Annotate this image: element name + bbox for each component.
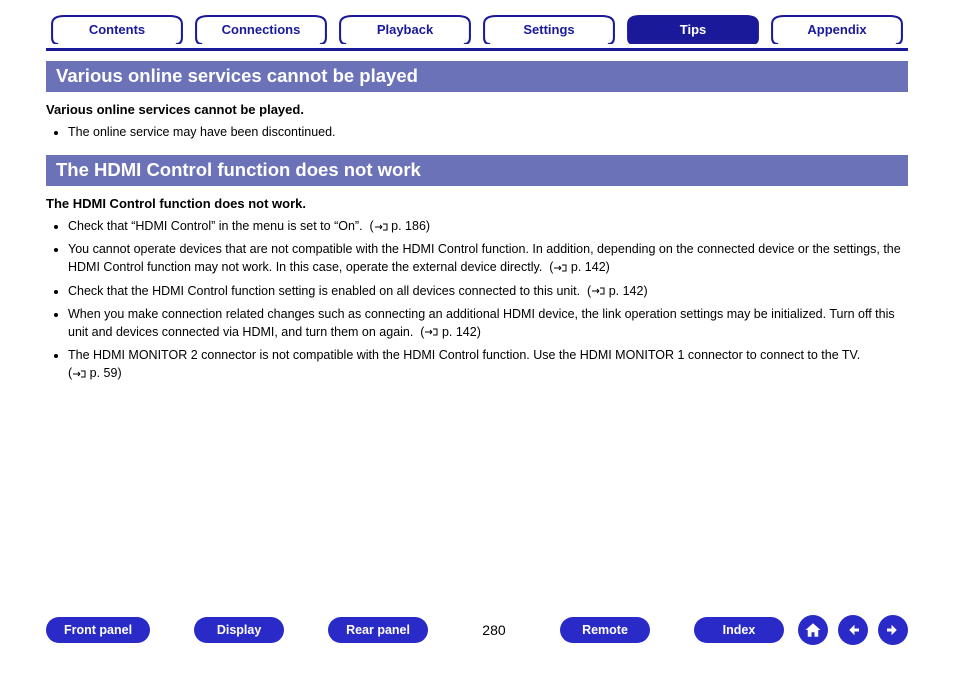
tab-label: Contents — [89, 22, 145, 37]
tab-playback[interactable]: Playback — [334, 14, 476, 44]
arrow-left-icon — [844, 621, 862, 639]
section1-list: The online service may have been discont… — [46, 123, 908, 141]
top-tabs: Contents Connections Playback Settings T… — [46, 14, 908, 44]
tab-label: Appendix — [807, 22, 866, 37]
prev-page-button[interactable] — [838, 615, 868, 645]
pointer-icon — [374, 222, 388, 232]
pointer-icon — [424, 327, 438, 337]
front-panel-button[interactable]: Front panel — [46, 617, 150, 643]
page-ref[interactable]: ( p. 186) — [366, 219, 430, 233]
home-icon — [804, 621, 822, 639]
list-item: When you make connection related changes… — [68, 305, 908, 341]
tab-label: Settings — [523, 22, 574, 37]
ref-text: p. 186 — [391, 219, 426, 233]
tab-underline — [46, 48, 908, 51]
tab-label: Playback — [377, 22, 433, 37]
pointer-icon — [553, 263, 567, 273]
tab-settings[interactable]: Settings — [478, 14, 620, 44]
footer: Front panel Display Rear panel 280 Remot… — [46, 615, 908, 645]
list-item: Check that “HDMI Control” in the menu is… — [68, 217, 908, 235]
section2-list: Check that “HDMI Control” in the menu is… — [46, 217, 908, 382]
home-button[interactable] — [798, 615, 828, 645]
ref-text: p. 142 — [442, 325, 477, 339]
page-ref[interactable]: ( p. 59) — [68, 366, 122, 380]
ref-text: p. 142 — [571, 260, 606, 274]
arrow-right-icon — [884, 621, 902, 639]
page-ref[interactable]: ( p. 142) — [584, 284, 648, 298]
item-text: You cannot operate devices that are not … — [68, 242, 901, 274]
pointer-icon — [72, 369, 86, 379]
tab-tips[interactable]: Tips — [622, 14, 764, 44]
list-item: The HDMI MONITOR 2 connector is not comp… — [68, 346, 908, 382]
item-text: When you make connection related changes… — [68, 307, 895, 339]
tab-label: Tips — [680, 22, 707, 37]
item-text: Check that the HDMI Control function set… — [68, 284, 580, 298]
pointer-icon — [591, 286, 605, 296]
item-text: The HDMI MONITOR 2 connector is not comp… — [68, 348, 860, 362]
list-item: You cannot operate devices that are not … — [68, 240, 908, 276]
rear-panel-button[interactable]: Rear panel — [328, 617, 428, 643]
section2-subtitle: The HDMI Control function does not work. — [46, 196, 908, 211]
section1-title-bar: Various online services cannot be played — [46, 61, 908, 92]
page-number: 280 — [472, 622, 516, 638]
ref-text: p. 59 — [90, 366, 118, 380]
tab-connections[interactable]: Connections — [190, 14, 332, 44]
section2-title-bar: The HDMI Control function does not work — [46, 155, 908, 186]
display-button[interactable]: Display — [194, 617, 284, 643]
tab-contents[interactable]: Contents — [46, 14, 188, 44]
next-page-button[interactable] — [878, 615, 908, 645]
list-item: The online service may have been discont… — [68, 123, 908, 141]
page-ref[interactable]: ( p. 142) — [417, 325, 481, 339]
index-button[interactable]: Index — [694, 617, 784, 643]
ref-text: p. 142 — [609, 284, 644, 298]
list-item: Check that the HDMI Control function set… — [68, 282, 908, 300]
tab-appendix[interactable]: Appendix — [766, 14, 908, 44]
remote-button[interactable]: Remote — [560, 617, 650, 643]
item-text: Check that “HDMI Control” in the menu is… — [68, 219, 363, 233]
tab-label: Connections — [222, 22, 301, 37]
page-ref[interactable]: ( p. 142) — [546, 260, 610, 274]
section1-subtitle: Various online services cannot be played… — [46, 102, 908, 117]
